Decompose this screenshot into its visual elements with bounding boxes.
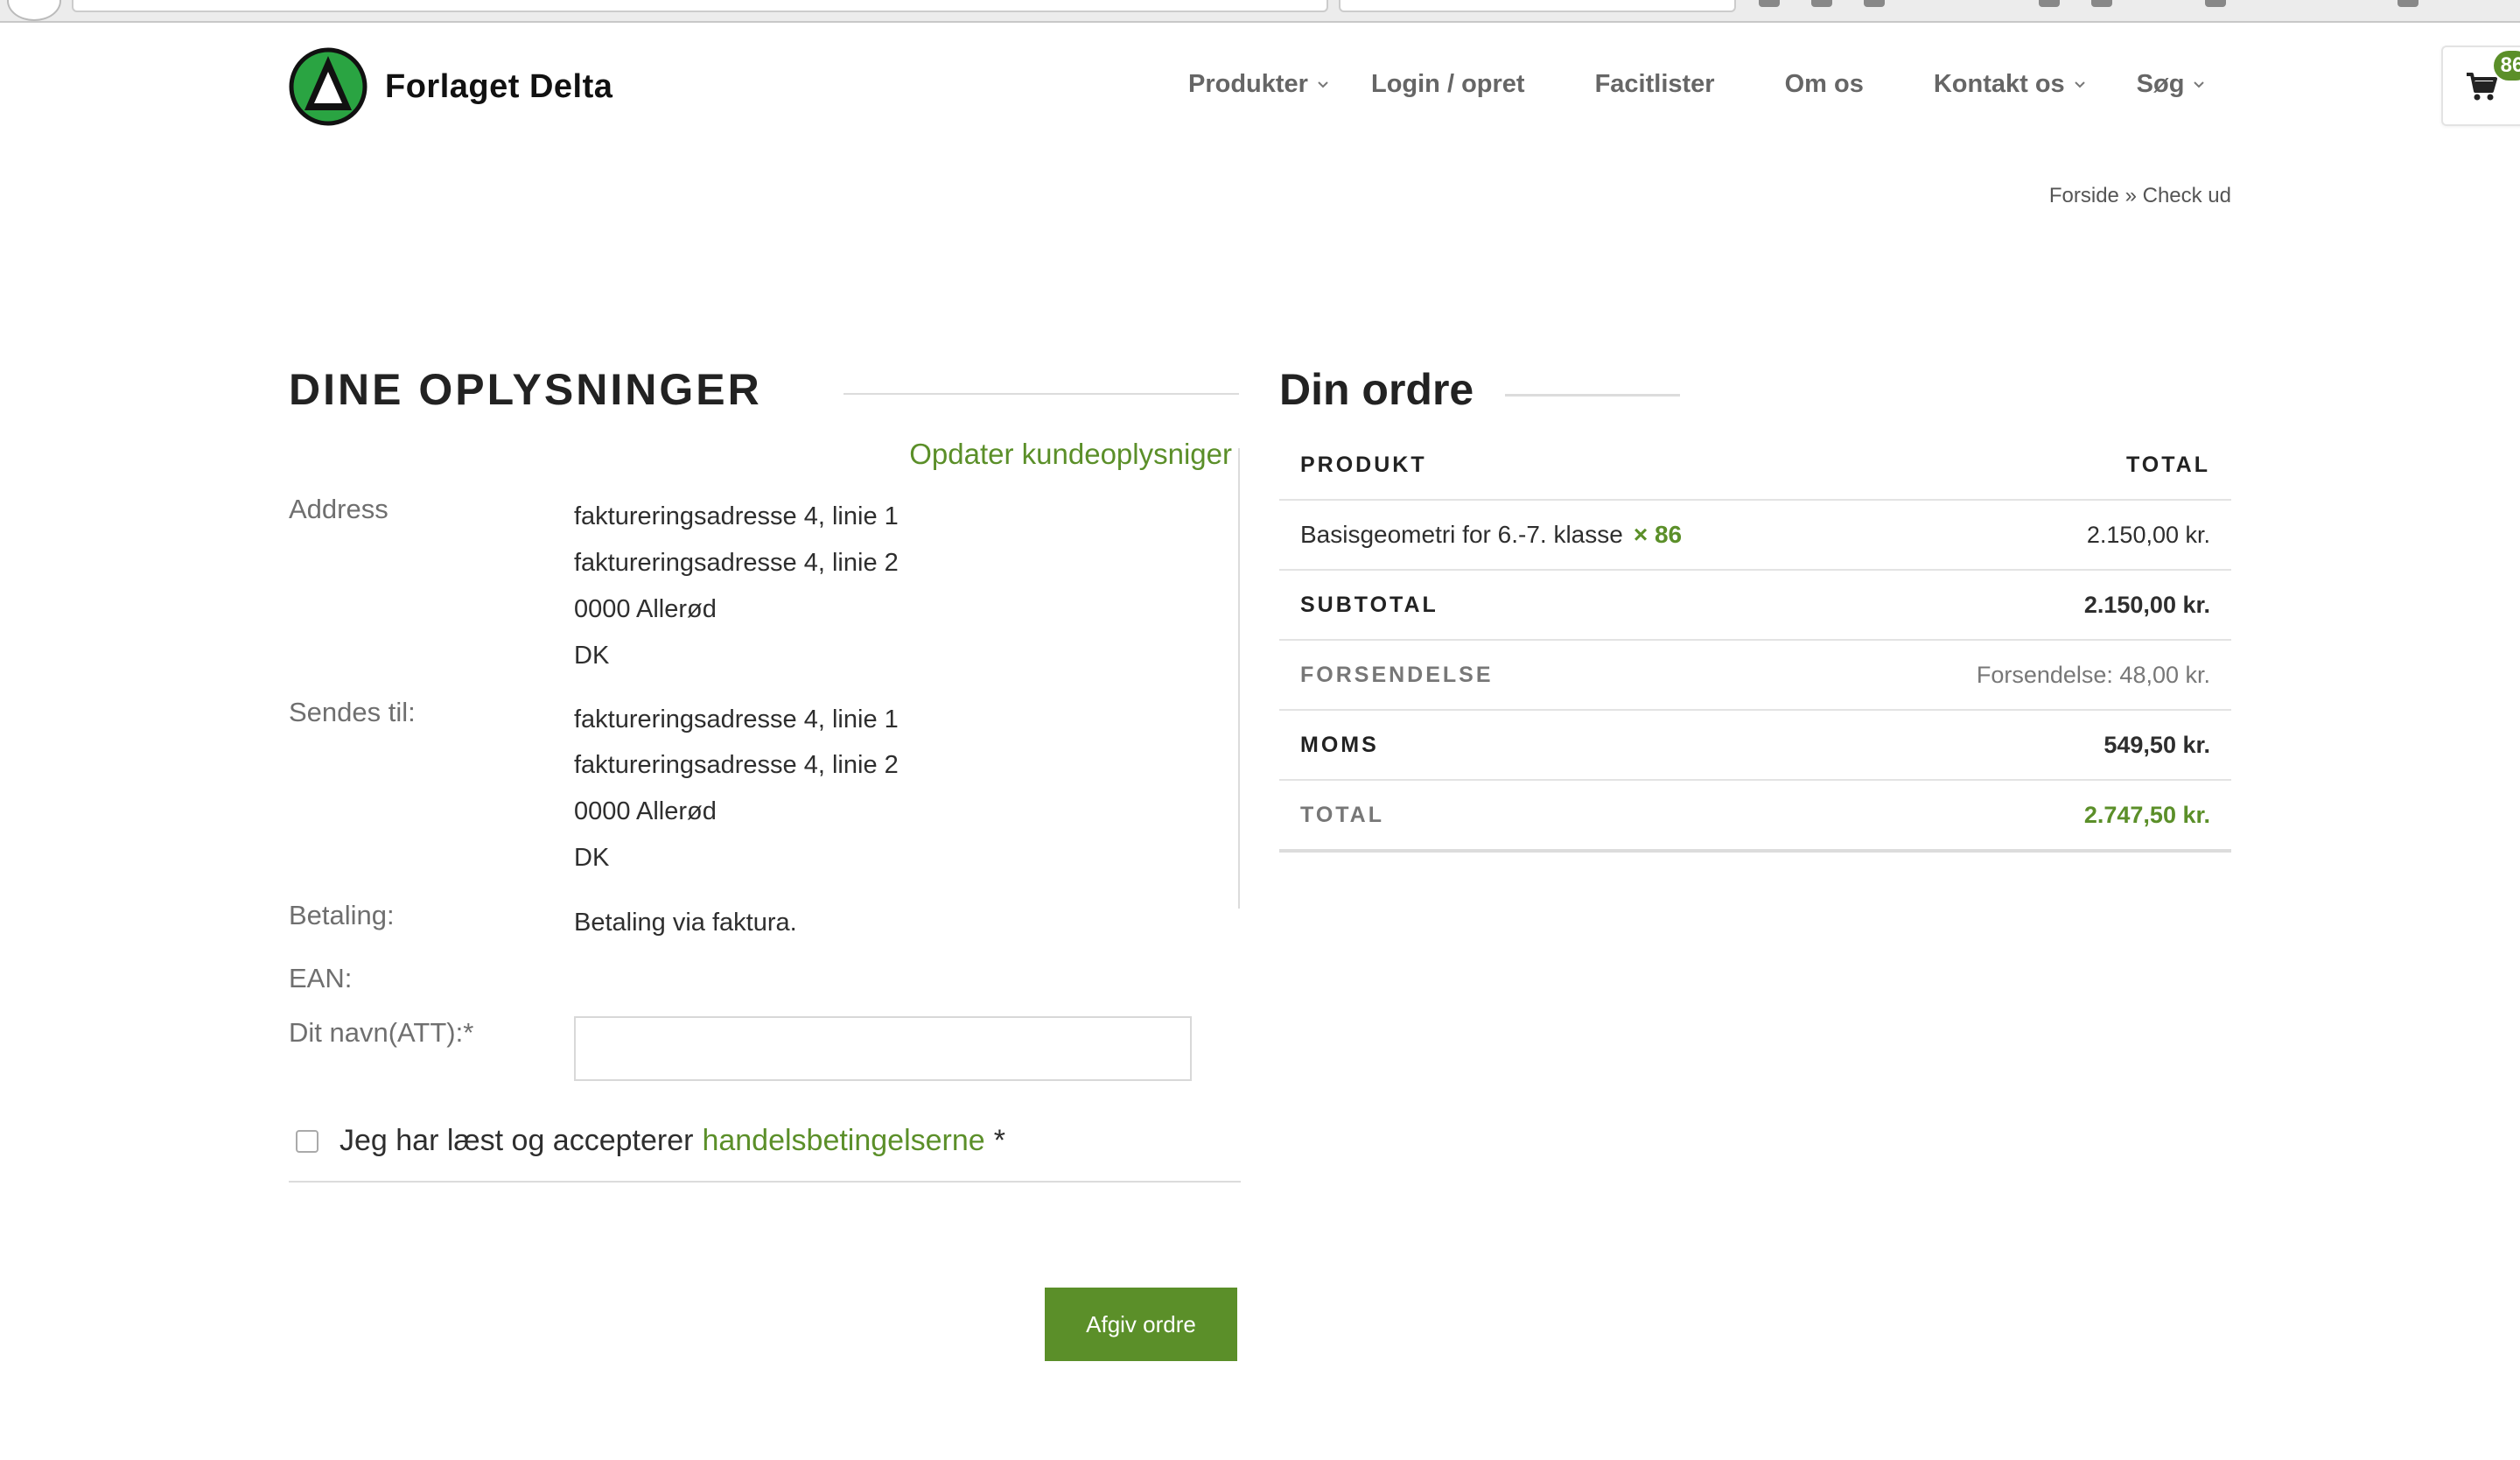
shipping-cost-value: Forsendelse: 48,00 kr. bbox=[1976, 662, 2210, 688]
subtotal-row: SUBTOTAL 2.150,00 kr. bbox=[1279, 571, 2231, 641]
chevron-down-icon bbox=[2194, 81, 2205, 88]
divider bbox=[1505, 394, 1680, 397]
toolbar-icon[interactable] bbox=[2398, 0, 2418, 7]
back-button[interactable] bbox=[7, 0, 61, 21]
terms-checkbox[interactable] bbox=[296, 1129, 318, 1153]
shipping-line: 0000 Allerød bbox=[574, 797, 717, 825]
breadcrumb-separator: » bbox=[2124, 184, 2137, 207]
address-bar[interactable] bbox=[72, 0, 1328, 12]
nav-sog[interactable]: Søg bbox=[2137, 70, 2206, 99]
toolbar-icon[interactable] bbox=[1811, 0, 1832, 7]
chevron-down-icon bbox=[1318, 81, 1328, 88]
shipping-row: FORSENDELSE Forsendelse: 48,00 kr. bbox=[1279, 641, 2231, 711]
site-logo[interactable]: Forlaget Delta bbox=[289, 47, 612, 126]
column-header-product: PRODUKT bbox=[1300, 453, 1427, 477]
shipping-line: faktureringsadresse 4, linie 1 bbox=[574, 705, 899, 734]
toolbar-icon[interactable] bbox=[2205, 0, 2226, 7]
toolbar-icon[interactable] bbox=[2039, 0, 2060, 7]
nav-facitlister[interactable]: Facitlister bbox=[1595, 70, 1715, 99]
product-name: Basisgeometri for 6.-7. klasse bbox=[1300, 521, 1623, 548]
terms-text: Jeg har læst og accepterer bbox=[340, 1124, 694, 1157]
place-order-button[interactable]: Afgiv ordre bbox=[1045, 1288, 1237, 1361]
attention-name-input[interactable] bbox=[574, 1016, 1192, 1081]
main-nav: Produkter Login / opret Facitlister Om o… bbox=[1188, 70, 2205, 99]
total-value: 2.747,50 kr. bbox=[2083, 802, 2210, 828]
nav-label: Søg bbox=[2136, 70, 2185, 98]
breadcrumb-current: Check ud bbox=[2142, 184, 2231, 207]
browser-toolbar bbox=[0, 0, 2520, 23]
vat-label: MOMS bbox=[1300, 733, 1379, 757]
site-name: Forlaget Delta bbox=[385, 67, 613, 105]
address-line: faktureringsadresse 4, linie 2 bbox=[574, 549, 899, 577]
nav-login[interactable]: Login / opret bbox=[1371, 70, 1525, 99]
chevron-down-icon bbox=[2074, 81, 2085, 88]
column-header-total: TOTAL bbox=[2125, 453, 2210, 477]
nav-produkter[interactable]: Produkter bbox=[1188, 70, 1329, 99]
payment-label: Betaling: bbox=[289, 900, 395, 930]
subtotal-label: SUBTOTAL bbox=[1300, 593, 1438, 617]
shipping-label: Sendes til: bbox=[289, 697, 416, 727]
browser-search-field[interactable] bbox=[1339, 0, 1736, 12]
update-customer-info-link[interactable]: Opdater kundeoplysniger bbox=[909, 438, 1232, 471]
address-line: faktureringsadresse 4, linie 1 bbox=[574, 502, 899, 530]
breadcrumb: Forside » Check ud bbox=[2049, 184, 2231, 208]
divider bbox=[844, 393, 1239, 395]
cart-count-badge: 86 bbox=[2494, 51, 2520, 81]
toolbar-icon[interactable] bbox=[1864, 0, 1885, 7]
name-label: Dit navn(ATT):* bbox=[289, 1017, 474, 1048]
line-item-product: Basisgeometri for 6.-7. klasse × 86 bbox=[1300, 501, 1682, 569]
divider bbox=[1238, 448, 1240, 909]
terms-link[interactable]: handelsbetingelserne bbox=[702, 1124, 984, 1158]
terms-row: Jeg har læst og accepterer handelsbeting… bbox=[296, 1124, 1005, 1158]
address-line: DK bbox=[574, 642, 610, 670]
divider bbox=[289, 1181, 1241, 1183]
product-quantity: × 86 bbox=[1633, 521, 1683, 548]
order-summary-table: PRODUKT TOTAL Basisgeometri for 6.-7. kl… bbox=[1279, 431, 2231, 853]
shopping-cart-icon bbox=[2467, 73, 2497, 101]
shipping-cost-label: FORSENDELSE bbox=[1300, 663, 1494, 687]
nav-kontakt-os[interactable]: Kontakt os bbox=[1934, 70, 2086, 99]
payment-value: Betaling via faktura. bbox=[574, 909, 797, 937]
section-title: DINE OPLYSNINGER bbox=[289, 365, 762, 414]
order-title: Din ordre bbox=[1279, 365, 1474, 414]
total-row: TOTAL 2.747,50 kr. bbox=[1279, 781, 2231, 853]
table-row: Basisgeometri for 6.-7. klasse × 86 2.150… bbox=[1279, 501, 2231, 571]
address-label: Address bbox=[289, 494, 388, 524]
nav-om-os[interactable]: Om os bbox=[1785, 70, 1864, 99]
ean-label: EAN: bbox=[289, 963, 353, 993]
nav-label: Facitlister bbox=[1594, 70, 1715, 98]
shipping-line: faktureringsadresse 4, linie 2 bbox=[574, 751, 899, 779]
line-item-total: 2.150,00 kr. bbox=[2086, 522, 2210, 548]
nav-label: Produkter bbox=[1188, 70, 1308, 98]
required-marker: * bbox=[993, 1124, 1005, 1157]
nav-label: Kontakt os bbox=[1933, 70, 2065, 98]
vat-row: MOMS 549,50 kr. bbox=[1279, 711, 2231, 781]
nav-label: Login / opret bbox=[1370, 70, 1525, 98]
delta-logo-icon bbox=[289, 47, 368, 126]
vat-value: 549,50 kr. bbox=[2104, 732, 2210, 758]
subtotal-value: 2.150,00 kr. bbox=[2083, 592, 2210, 618]
nav-label: Om os bbox=[1784, 70, 1864, 98]
table-header-row: PRODUKT TOTAL bbox=[1279, 431, 2231, 501]
address-line: 0000 Allerød bbox=[574, 595, 717, 623]
shipping-line: DK bbox=[574, 844, 610, 872]
toolbar-icon[interactable] bbox=[2091, 0, 2112, 7]
total-label: TOTAL bbox=[1300, 803, 1385, 827]
toolbar-icon[interactable] bbox=[1759, 0, 1780, 7]
cart-button[interactable]: 86 bbox=[2441, 46, 2520, 126]
breadcrumb-home[interactable]: Forside bbox=[2049, 184, 2119, 207]
